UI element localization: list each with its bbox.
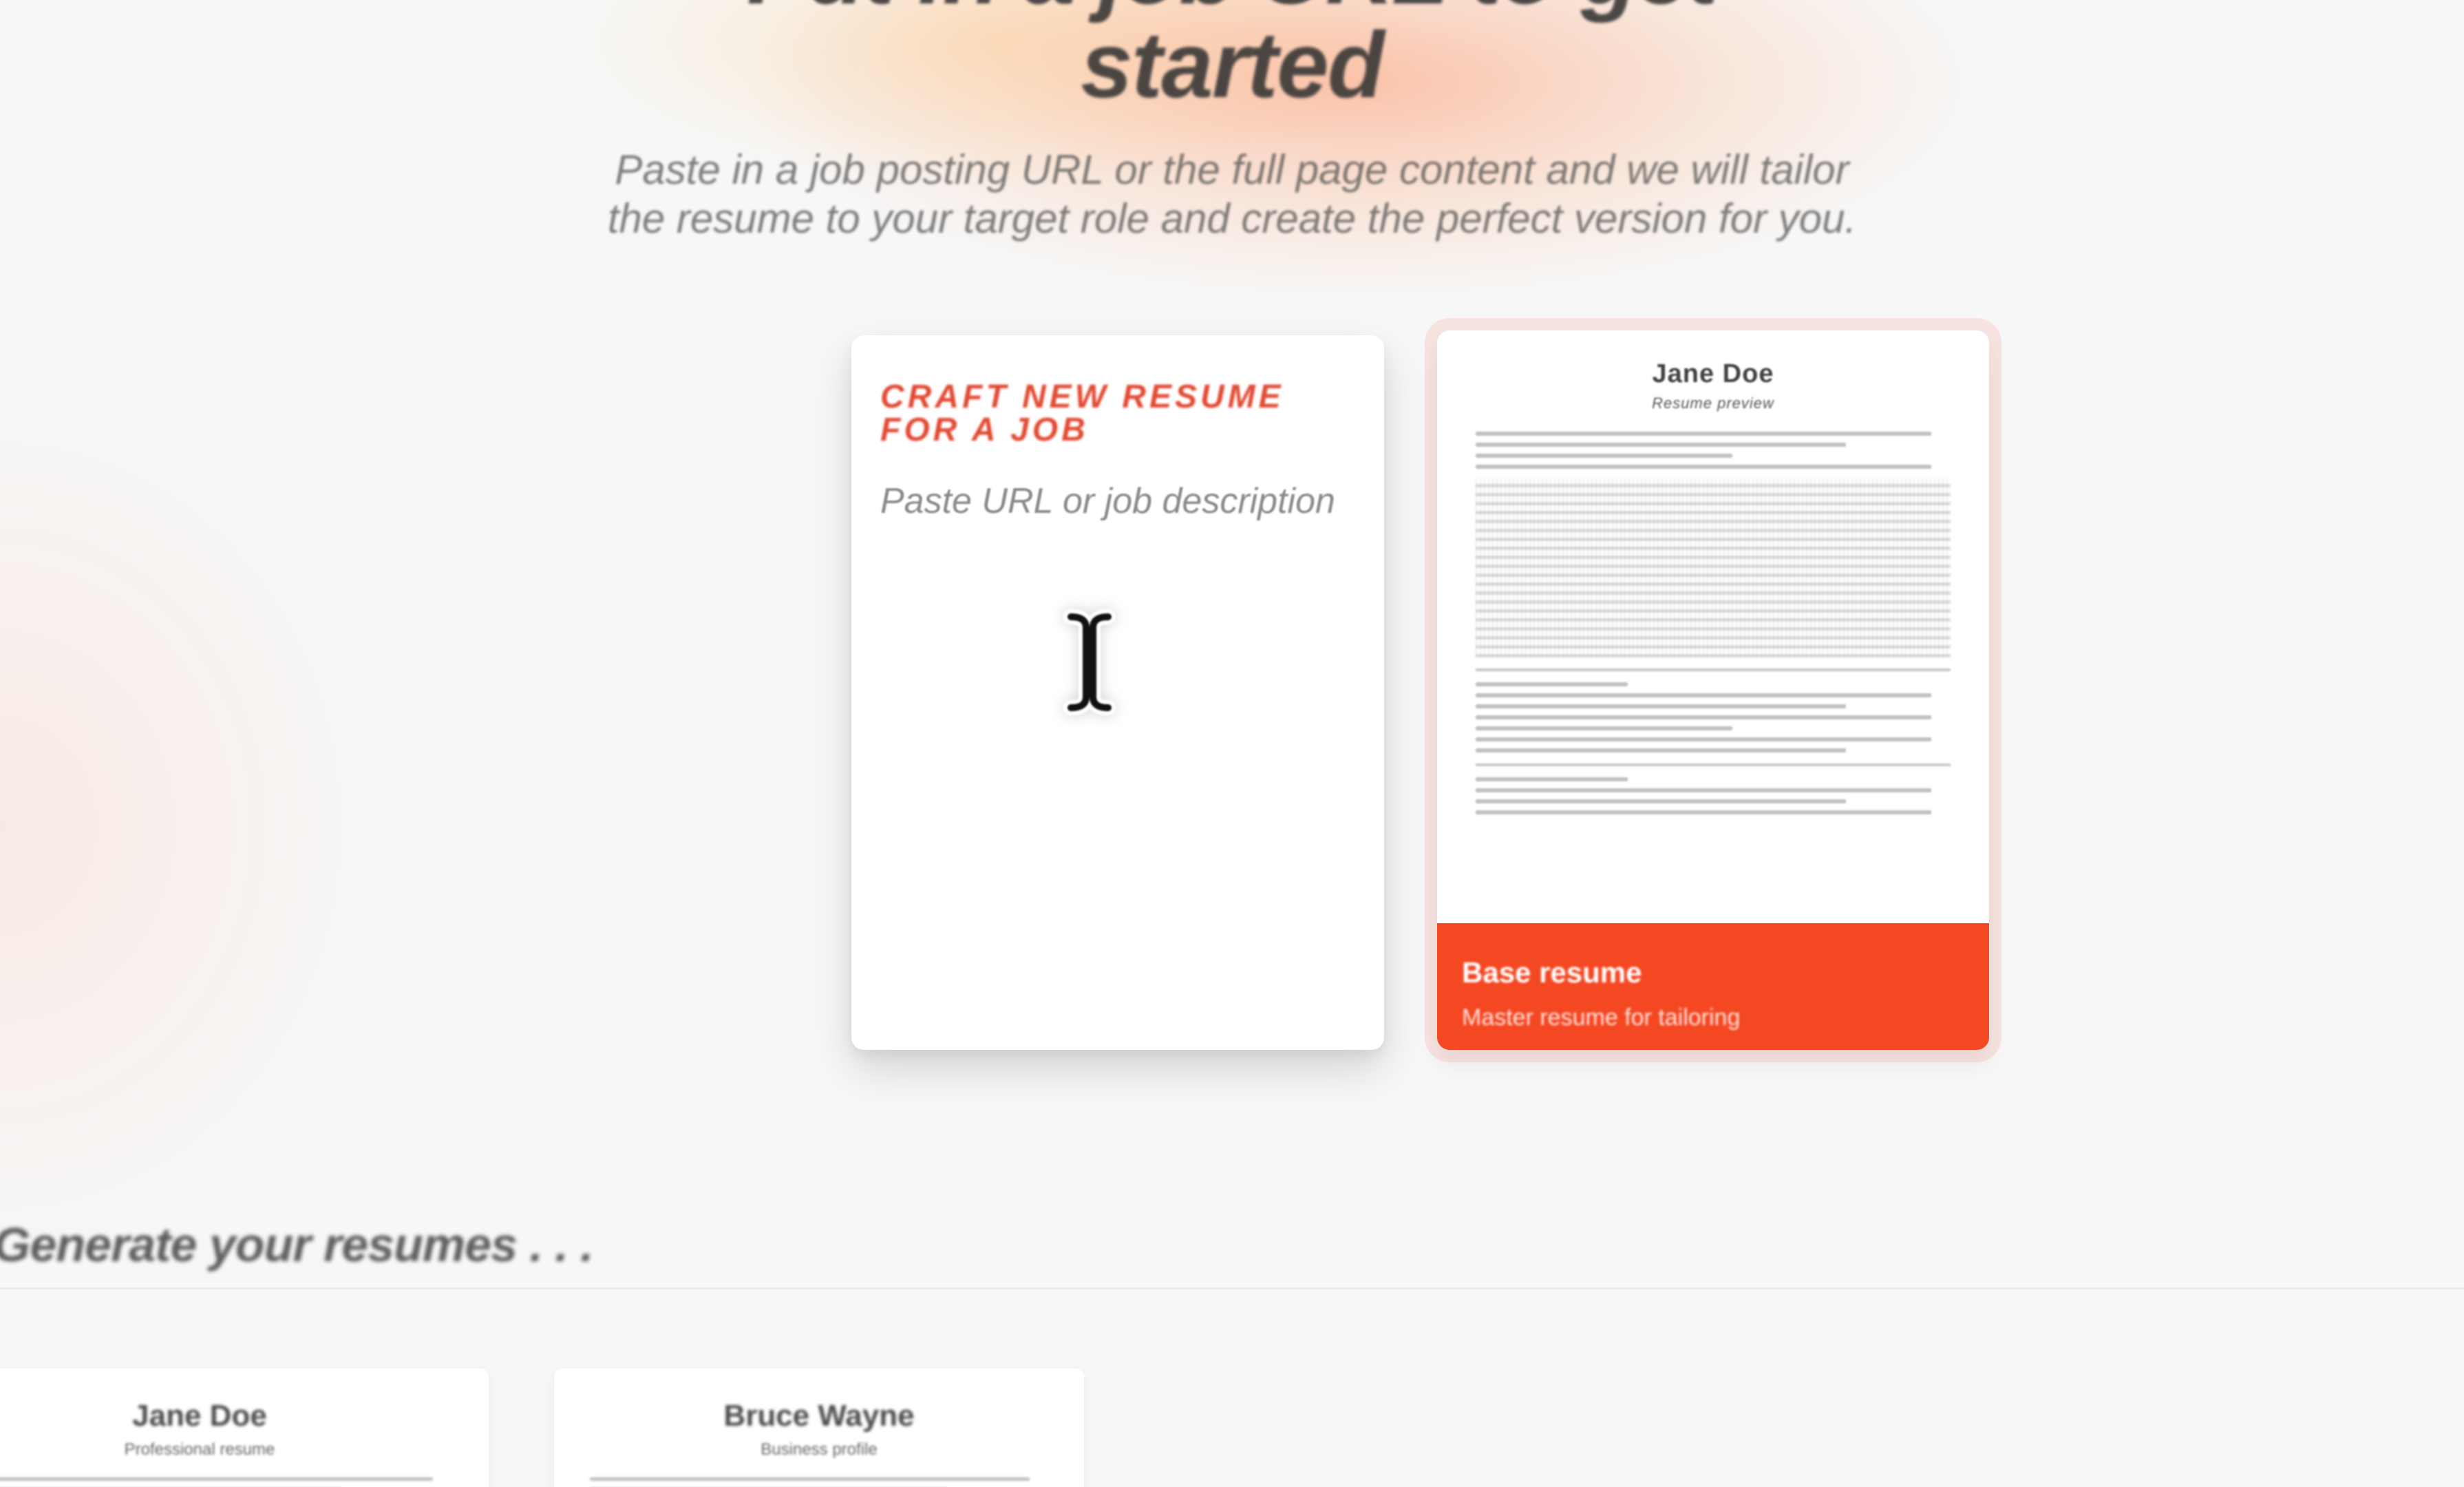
- page-subtitle: Paste in a job posting URL or the full p…: [607, 147, 1857, 242]
- base-resume-subtitle: Master resume for tailoring: [1462, 1004, 1741, 1031]
- craft-card-title: CRAFT NEW RESUME FOR A JOB: [880, 379, 1284, 448]
- resume-thumbnail-meta: Professional resume: [124, 1440, 275, 1459]
- resume-preview-line: [1476, 715, 1932, 719]
- resume-preview-line: [1476, 748, 1847, 752]
- resume-preview-line: [1476, 432, 1932, 436]
- resume-preview-line: [1476, 788, 1932, 792]
- resume-preview-meta: Resume preview: [1652, 394, 1774, 412]
- recent-resumes-heading: Generate your resumes . . .: [0, 1218, 594, 1272]
- resume-preview-line: [1476, 454, 1732, 458]
- resume-preview-divider: [1476, 763, 1951, 766]
- resume-thumbnail-name: Jane Doe: [132, 1399, 267, 1433]
- section-divider: [0, 1287, 2464, 1289]
- resume-thumbnail-card[interactable]: Bruce Wayne Business profile: [554, 1369, 1084, 1487]
- resume-preview-line: [1476, 799, 1847, 803]
- resume-preview-text-block: [1476, 478, 1951, 657]
- resume-preview-line: [1476, 682, 1628, 686]
- resume-preview-line: [1476, 704, 1847, 708]
- resume-thumbnail-line: [0, 1477, 433, 1481]
- base-resume-banner[interactable]: Base resume Master resume for tailoring: [1437, 923, 1989, 1050]
- resume-thumbnail-preview: [0, 1459, 489, 1487]
- text-cursor-icon: [1063, 609, 1116, 715]
- page: Put in a job URL to get started Paste in…: [0, 0, 2464, 1487]
- resume-preview-line: [1476, 810, 1932, 814]
- resume-preview-divider: [1476, 668, 1951, 671]
- resume-preview-line: [1476, 465, 1932, 469]
- resume-thumbnail-meta: Business profile: [761, 1440, 878, 1459]
- resume-preview-line: [1476, 443, 1847, 447]
- resume-preview-line: [1476, 777, 1628, 781]
- base-resume-preview: Jane Doe Resume preview: [1452, 346, 1974, 917]
- resume-preview-name: Jane Doe: [1652, 359, 1774, 388]
- page-title: Put in a job URL to get started: [747, 0, 1719, 117]
- resume-preview-line: [1476, 737, 1932, 741]
- resume-thumbnail-name: Bruce Wayne: [723, 1399, 915, 1433]
- resume-preview-body: [1452, 412, 1974, 814]
- resume-thumbnail-line: [590, 1477, 1030, 1481]
- resume-preview-line: [1476, 726, 1732, 730]
- resume-thumbnail-card[interactable]: Jane Doe Professional resume: [0, 1369, 489, 1487]
- resume-thumbnail-preview: [554, 1459, 1084, 1487]
- base-resume-card[interactable]: Jane Doe Resume preview Base resume Mast…: [1437, 330, 1989, 1050]
- base-resume-title: Base resume: [1462, 956, 1642, 989]
- resume-preview-line: [1476, 693, 1932, 697]
- hero-section: Put in a job URL to get started Paste in…: [608, 0, 1856, 244]
